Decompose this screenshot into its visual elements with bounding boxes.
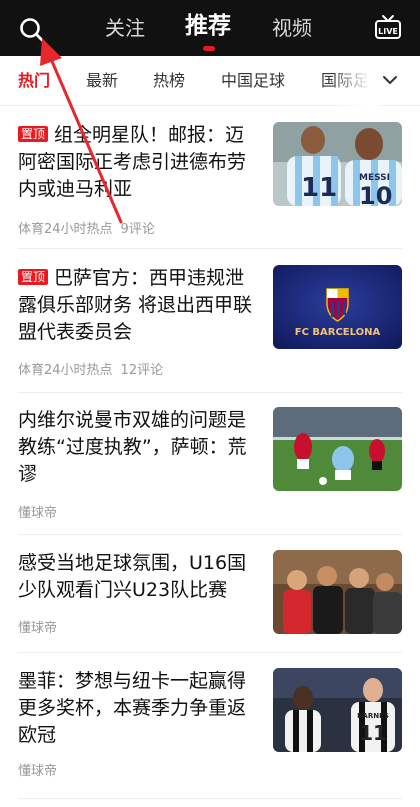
divider <box>18 534 402 535</box>
news-source: 懂球帝 <box>18 764 58 779</box>
news-source: 体育24小时热点 <box>18 222 113 237</box>
top-navigation-bar: 关注 推荐 视频 LIVE <box>0 0 420 56</box>
news-title: 置顶 巴萨官方：西甲违规泄露俱乐部财务 将退出西甲联盟代表委员会 <box>18 265 260 346</box>
news-comments: 12评论 <box>120 363 164 378</box>
news-title: 置顶 组全明星队！邮报：迈阿密国际正考虑引进德布劳内或迪马利亚 <box>18 122 260 203</box>
news-source: 体育24小时热点 <box>18 363 113 378</box>
live-label: LIVE <box>378 27 398 36</box>
live-tv-icon[interactable]: LIVE <box>374 14 402 42</box>
news-thumbnail: BARNES 11 <box>273 668 402 752</box>
news-item[interactable]: 内维尔说曼市双雄的问题是教练“过度执教”，萨顿：荒谬 懂球帝 <box>18 407 402 521</box>
jersey-number: 11 <box>301 173 337 203</box>
divider <box>18 392 402 393</box>
news-meta: 懂球帝 <box>18 617 57 636</box>
news-item[interactable]: 感受当地足球氛围，U16国少队观看门兴U23队比赛 懂球帝 <box>18 550 402 662</box>
category-china-football[interactable]: 中国足球 <box>221 71 285 91</box>
jersey-number: 11 <box>359 721 387 745</box>
news-meta: 懂球帝 <box>18 760 57 779</box>
news-title-text: 巴萨官方：西甲违规泄露俱乐部财务 将退出西甲联盟代表委员会 <box>18 267 253 343</box>
news-meta: 体育24小时热点 9评论 <box>18 218 155 237</box>
pinned-badge: 置顶 <box>18 269 49 285</box>
tab-follow[interactable]: 关注 <box>105 14 145 42</box>
news-title-text: 组全明星队！邮报：迈阿密国际正考虑引进德布劳内或迪马利亚 <box>18 124 247 200</box>
tab-video[interactable]: 视频 <box>272 14 312 42</box>
news-thumbnail: FC BARCELONA <box>273 265 402 349</box>
divider <box>18 248 402 249</box>
jersey-number: 10 <box>359 182 392 206</box>
news-thumbnail: 11 MESSI 10 <box>273 122 402 206</box>
category-latest[interactable]: 最新 <box>86 71 118 91</box>
news-thumbnail <box>273 550 402 634</box>
news-title: 墨菲：梦想与纽卡一起赢得更多奖杯，本赛季力争重返欧冠 <box>18 670 247 746</box>
search-icon[interactable] <box>18 16 46 44</box>
divider <box>18 798 402 799</box>
news-comments: 9评论 <box>120 222 155 237</box>
pinned-badge: 置顶 <box>18 126 49 142</box>
category-hot[interactable]: 热门 <box>18 71 50 91</box>
news-meta: 体育24小时热点 12评论 <box>18 359 163 378</box>
news-item[interactable]: 墨菲：梦想与纽卡一起赢得更多奖杯，本赛季力争重返欧冠 懂球帝 BARNES 11 <box>18 668 402 780</box>
news-meta: 懂球帝 <box>18 502 57 521</box>
divider <box>18 652 402 653</box>
tab-recommend[interactable]: 推荐 <box>185 12 231 40</box>
category-bar: 热门 最新 热榜 中国足球 国际足 <box>0 56 420 106</box>
news-item[interactable]: 置顶 巴萨官方：西甲违规泄露俱乐部财务 将退出西甲联盟代表委员会 体育24小时热点… <box>18 265 402 378</box>
category-fade <box>330 56 380 106</box>
news-thumbnail <box>273 407 402 491</box>
chevron-down-icon[interactable] <box>376 66 404 94</box>
news-source: 懂球帝 <box>18 621 58 636</box>
news-title: 感受当地足球氛围，U16国少队观看门兴U23队比赛 <box>18 552 247 601</box>
category-ranking[interactable]: 热榜 <box>153 71 185 91</box>
jersey-name: BARNES <box>357 712 389 720</box>
news-title: 内维尔说曼市双雄的问题是教练“过度执教”，萨顿：荒谬 <box>18 409 247 485</box>
news-source: 懂球帝 <box>18 506 58 521</box>
club-name: FC BARCELONA <box>295 327 381 338</box>
active-tab-indicator <box>203 46 215 51</box>
news-item[interactable]: 置顶 组全明星队！邮报：迈阿密国际正考虑引进德布劳内或迪马利亚 体育24小时热点 9… <box>18 122 402 237</box>
